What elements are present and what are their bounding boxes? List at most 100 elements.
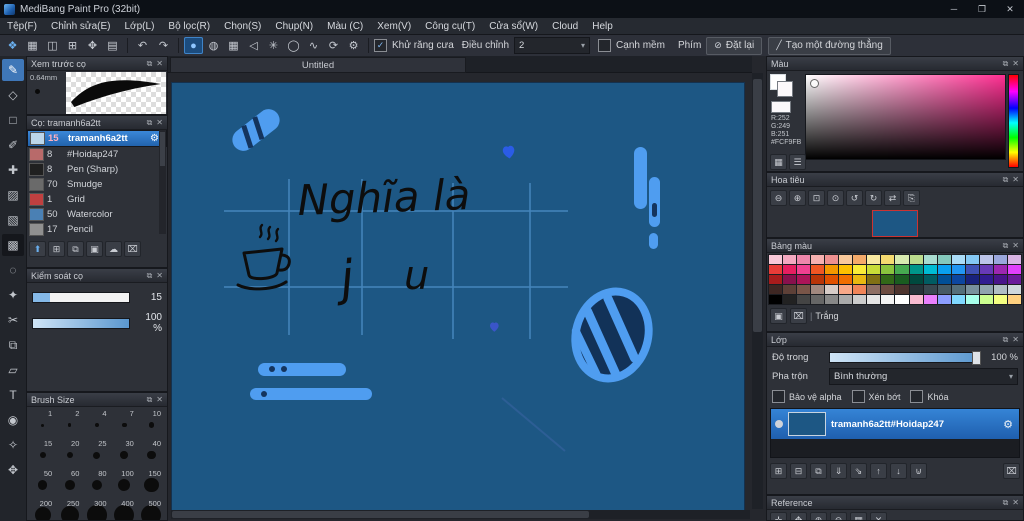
palette-swatch[interactable]: [979, 255, 993, 264]
palette-swatch[interactable]: [811, 285, 825, 294]
palette-swatch[interactable]: [797, 265, 811, 274]
adjust-dropdown[interactable]: 2 ▾: [514, 37, 591, 54]
palette-swatch[interactable]: [937, 255, 951, 264]
palette-swatch[interactable]: [909, 275, 923, 284]
palette-swatch[interactable]: [993, 295, 1007, 304]
panel-close-icon[interactable]: ✕: [156, 118, 163, 127]
brush-opacity-slider[interactable]: [32, 317, 130, 329]
brush-size-slider[interactable]: [32, 292, 130, 303]
palette-swatch[interactable]: [783, 295, 797, 304]
palette-swatch[interactable]: [881, 265, 895, 274]
cloud-brush-icon[interactable]: ☁: [105, 241, 122, 257]
panel-float-icon[interactable]: ⧉: [1003, 241, 1009, 251]
brush-size-cell[interactable]: 50: [29, 468, 56, 498]
material-panel-icon[interactable]: ▤: [103, 37, 122, 54]
palette-swatch[interactable]: [853, 255, 867, 264]
panel-float-icon[interactable]: ⧉: [147, 118, 153, 128]
palette-swatch[interactable]: [895, 275, 909, 284]
brush-list-item[interactable]: 1 Grid: [27, 192, 167, 207]
panel-float-icon[interactable]: ⧉: [1003, 59, 1009, 69]
eyedropper-tool[interactable]: ✧: [2, 434, 24, 456]
palette-swatch[interactable]: [937, 285, 951, 294]
brush-folder-icon[interactable]: ▣: [86, 241, 103, 257]
text-tool[interactable]: T: [2, 384, 24, 406]
palette-swatch[interactable]: [1007, 275, 1021, 284]
brush-size-cell[interactable]: 60: [56, 468, 83, 498]
palette-swatch[interactable]: [867, 285, 881, 294]
bucket-tool[interactable]: ▨: [2, 184, 24, 206]
brush-size-cell[interactable]: 100: [111, 468, 138, 498]
palette-swatch[interactable]: [839, 265, 853, 274]
hue-slider[interactable]: [1008, 74, 1019, 168]
palette-swatch[interactable]: [951, 295, 965, 304]
palette-swatch[interactable]: [867, 265, 881, 274]
magic-wand-tool[interactable]: ✦: [2, 284, 24, 306]
palette-swatch[interactable]: [979, 285, 993, 294]
palette-swatch[interactable]: [979, 295, 993, 304]
snap-curve-icon[interactable]: ∿: [304, 37, 323, 54]
palette-swatch[interactable]: [839, 275, 853, 284]
palette-swatch[interactable]: [881, 285, 895, 294]
reset-button[interactable]: ⊘ Đặt lại: [706, 36, 763, 55]
navigator-thumbnail[interactable]: [872, 210, 918, 237]
palette-swatch[interactable]: [811, 295, 825, 304]
palette-swatch[interactable]: [797, 275, 811, 284]
panel-float-icon[interactable]: ⧉: [1003, 175, 1009, 185]
brush-list-item[interactable]: 15 tramanh6a2tt ⚙: [27, 130, 167, 147]
palette-swatch[interactable]: [951, 265, 965, 274]
lasso-tool[interactable]: ◌: [2, 259, 24, 281]
palette-swatch[interactable]: [1007, 255, 1021, 264]
brush-size-cell[interactable]: 4: [83, 408, 110, 438]
brush-size-cell[interactable]: 7: [111, 408, 138, 438]
brush-list-item[interactable]: 8 #Hoidap247: [27, 147, 167, 162]
maximize-button[interactable]: ❐: [968, 0, 996, 18]
palette-swatch[interactable]: [923, 265, 937, 274]
palette-swatch[interactable]: [825, 255, 839, 264]
ref-zoom-out-icon[interactable]: ⊖: [830, 512, 847, 520]
panel-float-icon[interactable]: ⧉: [147, 59, 153, 69]
brush-size-cell[interactable]: 30: [111, 438, 138, 468]
merge-down-icon[interactable]: ⇓: [830, 463, 847, 479]
palette-swatch[interactable]: [993, 285, 1007, 294]
brush-download-icon[interactable]: ⬆: [29, 241, 46, 257]
palette-swatch[interactable]: [867, 275, 881, 284]
palette-swatch[interactable]: [993, 255, 1007, 264]
palette-swatch[interactable]: [993, 265, 1007, 274]
slice-tool[interactable]: ✂: [2, 309, 24, 331]
antialias-checkbox[interactable]: ✓: [374, 39, 387, 52]
palette-swatch[interactable]: [825, 295, 839, 304]
palette-swatch[interactable]: [909, 265, 923, 274]
palette-swatch[interactable]: [769, 275, 783, 284]
actual-size-icon[interactable]: ⊙: [827, 190, 844, 206]
close-button[interactable]: ✕: [996, 0, 1024, 18]
palette-swatch[interactable]: [769, 295, 783, 304]
panel-float-icon[interactable]: ⧉: [1003, 335, 1009, 345]
palette-swatch[interactable]: [937, 275, 951, 284]
hand-tool[interactable]: ✥: [2, 459, 24, 481]
menu-item[interactable]: Help: [585, 21, 620, 32]
menu-item[interactable]: Cloud: [545, 21, 585, 32]
palette-swatch[interactable]: [783, 265, 797, 274]
snap-off-icon[interactable]: ●: [184, 37, 203, 54]
palette-swatch[interactable]: [881, 295, 895, 304]
brush-list-item[interactable]: 70 Smudge: [27, 177, 167, 192]
document-tab[interactable]: Untitled: [170, 57, 466, 73]
ref-zoom-in-icon[interactable]: ⊕: [810, 512, 827, 520]
menu-item[interactable]: Bộ lọc(R): [161, 21, 217, 32]
delete-brush-icon[interactable]: ⌧: [124, 241, 141, 257]
palette-swatch[interactable]: [867, 295, 881, 304]
palette-swatch[interactable]: [797, 285, 811, 294]
saturation-value-picker[interactable]: [805, 74, 1006, 160]
palette-swatch[interactable]: [811, 275, 825, 284]
add-brush-icon[interactable]: ⊞: [48, 241, 65, 257]
pen-tool[interactable]: ✎: [2, 59, 24, 81]
canvas[interactable]: Nghĩa là j u: [172, 83, 744, 511]
add-folder-icon[interactable]: ⊟: [790, 463, 807, 479]
palette-swatch[interactable]: [1007, 285, 1021, 294]
palette-swatch[interactable]: [951, 255, 965, 264]
snap-toggle-icon[interactable]: ✥: [83, 37, 102, 54]
palette-swatch[interactable]: [797, 255, 811, 264]
snap-ellipse-icon[interactable]: ◯: [284, 37, 303, 54]
gradient-tool[interactable]: ▧: [2, 209, 24, 231]
snap-radial-icon[interactable]: ✳: [264, 37, 283, 54]
